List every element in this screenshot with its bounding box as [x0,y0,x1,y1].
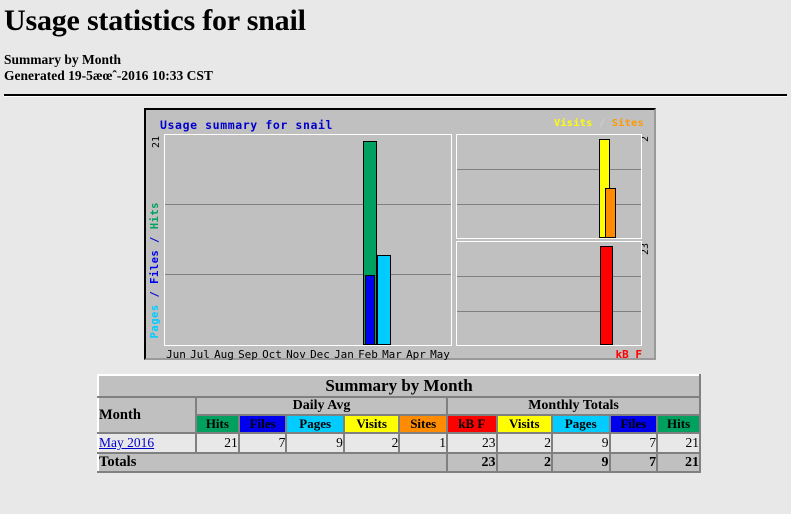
month-tick-jun: Jun [166,348,186,361]
legend-sites-label: Sites [611,118,644,129]
summary-label: Summary by Month [4,52,122,67]
totals-label: Totals [96,452,449,473]
month-tick-jan: Jan [334,348,354,361]
month-tick-sep: Sep [238,348,258,361]
cell-hits-0: 21 [195,432,240,454]
column-header-files-8: Files [608,414,659,434]
cell-files-1: 7 [237,432,288,454]
left-axis-max-value: 21 [151,136,162,149]
month-tick-mar: Mar [382,348,402,361]
summary-table-container: Summary by Month Month Daily Avg Monthly… [96,374,701,473]
cell-pages-2: 9 [285,432,345,454]
chart-kb-footer-label: kB F [615,348,643,361]
table-row: May 2016 21 7 9 2 1 23 2 9 7 21 [97,432,701,454]
totals-value-files: 7 [608,452,659,473]
table-totals-row: Totals 23 2 9 7 21 [96,452,701,473]
generated-timestamp: Generated 19-5æœˆ-2016 10:33 CST [4,68,213,83]
table-group-header-row: Month Daily Avg Monthly Totals [97,396,701,434]
month-tick-may: May [430,348,450,361]
column-header-pages-7: Pages [551,414,611,434]
bar-kbytes-may [600,246,613,345]
axis-label-hits: Hits [149,201,161,229]
column-header-visits-3: Visits [342,414,401,434]
chart-month-ticks: Jun Jul Aug Sep Oct Nov Dec Jan Feb Mar Apr May [164,348,452,361]
column-header-sites-4: Sites [398,414,449,434]
summary-by-month-table: Summary by Month Month Daily Avg Monthly… [96,374,701,473]
chart-panel-visits-sites [456,134,642,239]
column-header-pages-2: Pages [285,414,345,434]
bar-files-may [365,275,375,345]
header-divider [4,94,787,97]
cell-files-8: 7 [608,432,659,454]
month-tick-apr: Apr [406,348,426,361]
chart-panel-kbytes [456,241,642,346]
cell-visits-3: 2 [342,432,401,454]
column-header-month: Month [97,396,197,434]
totals-value-hits: 21 [656,452,701,473]
chart-title: Usage summary for snail [160,118,334,132]
cell-pages-7: 9 [551,432,611,454]
month-tick-oct: Oct [262,348,282,361]
column-header-hits-0: Hits [195,414,240,434]
bar-sites-may [605,188,616,238]
month-tick-jul: Jul [190,348,210,361]
group-header-monthly-totals: Monthly Totals [446,396,701,416]
totals-value-kb: 23 [446,452,498,473]
chart-panel-hits-files-pages [164,134,452,346]
month-link[interactable]: May 2016 [99,435,154,450]
legend-visits-label: Visits [554,118,593,129]
table-caption: Summary by Month [97,374,701,398]
month-tick-nov: Nov [286,348,306,361]
chart-legend: Visits / Sites [554,118,644,129]
axis-label-sep-2: / [149,228,161,250]
column-header-visits-6: Visits [495,414,554,434]
month-tick-feb: Feb [358,348,378,361]
table-caption-row: Summary by Month [97,374,701,398]
month-tick-aug: Aug [214,348,234,361]
axis-label-files: Files [149,249,161,284]
cell-hits-9: 21 [656,432,701,454]
month-cell: May 2016 [97,432,197,454]
cell-sites-4: 1 [398,432,449,454]
month-tick-dec: Dec [310,348,330,361]
group-header-daily-avg: Daily Avg [194,396,449,416]
totals-value-visits: 2 [495,452,554,473]
usage-summary-chart: Usage summary for snail Visits / Sites 2… [144,108,656,361]
legend-separator: / [592,118,612,129]
column-header-files-1: Files [237,414,288,434]
totals-value-pages: 9 [551,452,611,473]
bar-pages-may [377,255,391,345]
page-title: Usage statistics for snail [4,4,306,37]
column-header-kb-f-5: kB F [446,414,498,434]
cell-kb-f-5: 23 [446,432,498,454]
axis-label-pages: Pages [149,303,161,338]
left-axis-label: Pages / Files / Hits [149,202,161,338]
report-subheader: Summary by Month Generated 19-5æœˆ-2016 … [0,38,791,84]
cell-visits-6: 2 [495,432,554,454]
axis-label-sep-1: / [149,283,161,304]
column-header-hits-9: Hits [656,414,701,434]
